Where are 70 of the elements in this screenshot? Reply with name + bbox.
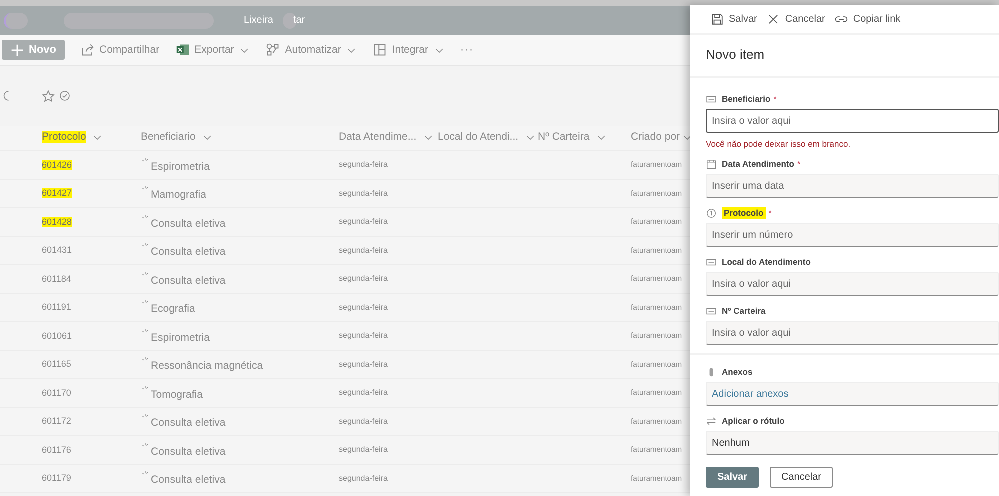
command-button[interactable]: Integrar [367, 39, 451, 61]
label-dropdown[interactable]: Nenhum [706, 431, 999, 455]
column-header[interactable]: Data Atendime... [339, 131, 417, 143]
table-cell[interactable]: Tomografia [151, 388, 203, 401]
table-cell: 601176 [42, 444, 72, 455]
table-cell: 601170 [42, 388, 72, 398]
table-cell: 601184 [42, 274, 72, 284]
field-label: Beneficiario [722, 94, 771, 104]
table-cell: segunda-feira [339, 188, 388, 198]
table-cell: 601172 [42, 416, 72, 426]
column-header[interactable]: Nº Carteira [538, 131, 590, 143]
table-cell[interactable]: Espirometria [151, 332, 210, 344]
table-cell[interactable]: Ressonância magnética [151, 360, 264, 372]
required-mark: * [768, 208, 772, 218]
toolbar-button[interactable]: Cancelar [762, 8, 830, 30]
field-label: Protocolo [722, 207, 766, 219]
field-label: Nº Carteira [722, 306, 766, 316]
table-cell: segunda-feira [339, 246, 388, 255]
table-cell: segunda-feira [339, 217, 388, 226]
nav-link[interactable]: Lixeira [244, 15, 274, 26]
table-cell: segunda-feira [339, 274, 388, 284]
error-message: Você não pode deixar isso em branco. [706, 139, 852, 149]
table-cell: 601165 [42, 359, 72, 370]
add-attachments-field[interactable]: Adicionar anexos [706, 382, 999, 406]
panel-title: Novo item [690, 35, 999, 78]
table-cell: 601427 [42, 188, 72, 198]
new-button[interactable]: Novo [2, 40, 64, 60]
table-cell: 601179 [42, 473, 72, 484]
table-cell: segunda-feira [339, 331, 388, 340]
table-cell: 601426 [42, 160, 72, 170]
table-cell: 601191 [42, 302, 72, 312]
command-button[interactable]: Exportar [170, 39, 256, 61]
required-mark: * [774, 94, 777, 104]
toolbar-button[interactable]: Copiar link [830, 8, 906, 30]
table-cell[interactable]: Ecografia [151, 303, 196, 316]
column-header[interactable]: Protocolo [42, 131, 86, 143]
field-label: Aplicar o rótulo [722, 416, 785, 426]
column-header[interactable]: Criado por [631, 131, 680, 143]
toolbar-button[interactable]: Salvar [706, 8, 762, 30]
table-cell[interactable]: Consulta eletiva [151, 218, 226, 230]
table-cell: 601431 [42, 245, 72, 256]
save-button[interactable]: Salvar [706, 467, 759, 488]
table-cell: 601428 [42, 216, 72, 227]
cancel-button[interactable]: Cancelar [770, 467, 833, 488]
table-cell: segunda-feira [339, 302, 388, 312]
table-cell: segunda-feira [339, 416, 388, 426]
field-label: Local do Atendimento [722, 257, 811, 267]
field-label: Data Atendimento [722, 159, 794, 169]
input-field[interactable]: Insira o valor aqui [706, 109, 999, 133]
field-label: Anexos [722, 367, 753, 377]
nav-link[interactable]: tar [293, 15, 306, 26]
column-header[interactable]: Beneficiario [141, 131, 196, 143]
column-header[interactable]: Local do Atendi... [438, 131, 519, 143]
table-cell[interactable]: Consulta eletiva [151, 246, 226, 258]
command-button[interactable]: Automatizar [260, 39, 364, 61]
table-cell[interactable]: Consulta eletiva [151, 274, 226, 287]
table-cell: segunda-feira [339, 360, 388, 369]
table-cell: segunda-feira [339, 388, 388, 398]
table-cell[interactable]: Consulta eletiva [151, 474, 226, 486]
table-cell[interactable]: Consulta eletiva [151, 446, 226, 458]
command-button[interactable]: Compartilhar [74, 39, 166, 61]
more-button[interactable]: ··· [454, 39, 480, 61]
table-cell: segunda-feira [339, 160, 388, 170]
table-cell: segunda-feira [339, 445, 388, 454]
table-cell: segunda-feira [339, 474, 388, 483]
required-mark: * [797, 159, 801, 169]
table-cell: 601061 [42, 330, 72, 341]
table-cell[interactable]: Consulta eletiva [151, 417, 226, 430]
table-cell[interactable]: Mamografia [151, 189, 206, 202]
table-cell[interactable]: Espirometria [151, 160, 210, 173]
